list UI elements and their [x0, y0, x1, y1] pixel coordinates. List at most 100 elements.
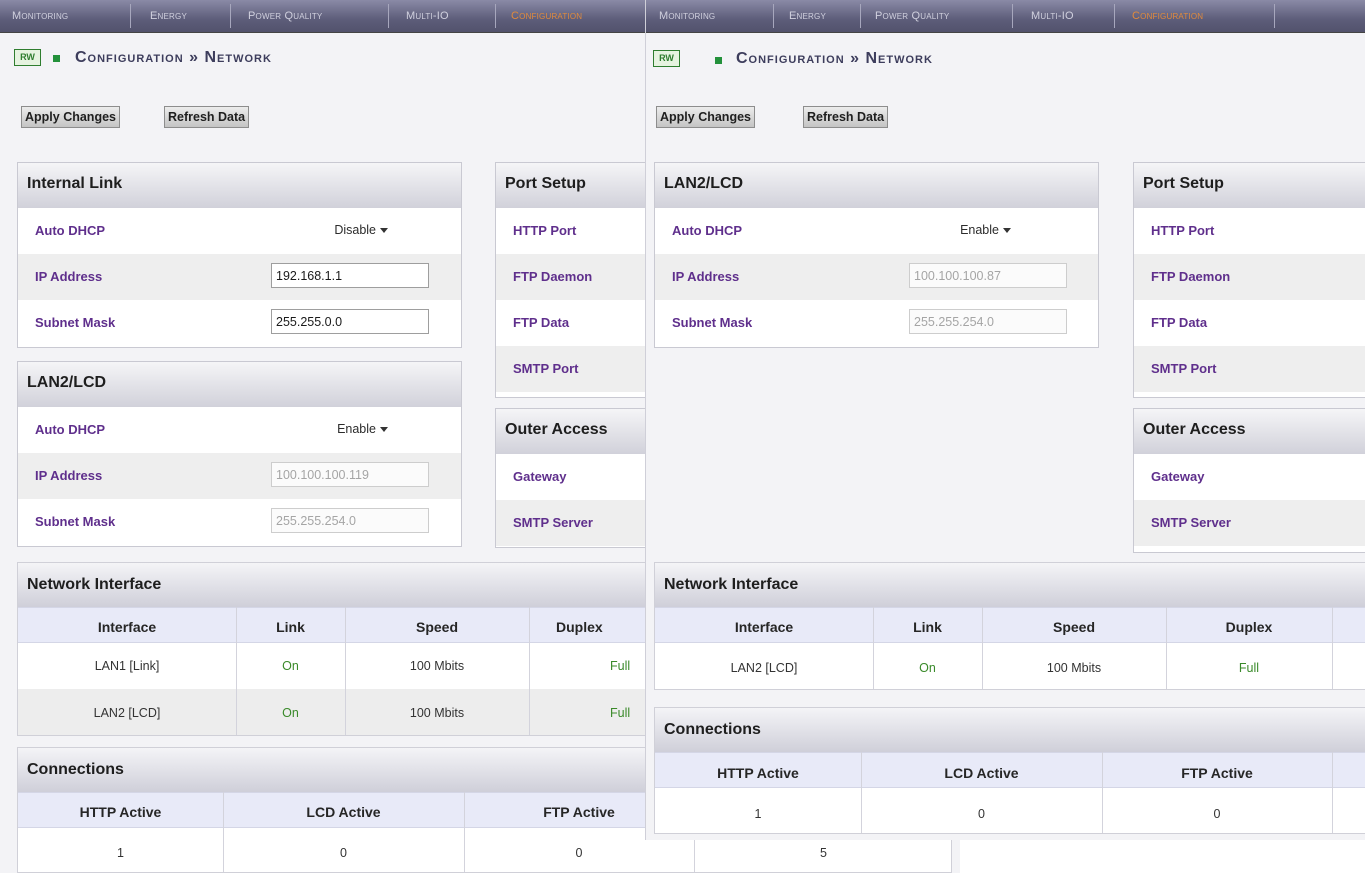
gateway-label: Gateway [1151, 469, 1205, 484]
subnet-mask-input [271, 508, 429, 533]
ip-address-row: IP Address [18, 453, 461, 499]
ip-address-input[interactable] [271, 263, 429, 288]
smtp-port-row: SMTP Port [1134, 346, 1365, 392]
col-speed: Speed [415, 619, 458, 635]
select-value: Enable [960, 223, 999, 237]
col-http-active: HTTP Active [79, 804, 162, 820]
col-lcd-active: LCD Active [944, 765, 1019, 781]
cell-speed: 100 Mbits [1046, 661, 1102, 675]
nav-divider [1274, 4, 1275, 28]
nav-divider [388, 4, 389, 28]
cell-lcd-active: 0 [340, 846, 347, 860]
auto-dhcp-select[interactable]: Disable [317, 219, 404, 242]
http-port-label: HTTP Port [1151, 223, 1215, 238]
rw-badge: RW [14, 49, 41, 66]
col-interface: Interface [734, 619, 794, 635]
subnet-mask-input[interactable] [271, 309, 429, 334]
apply-changes-button[interactable]: Apply Changes [656, 106, 755, 128]
auto-dhcp-row: Auto DHCP Enable [18, 407, 461, 453]
select-value: Enable [337, 422, 376, 436]
nav-divider [1114, 4, 1115, 28]
column-divider [1332, 607, 1333, 689]
column-divider [1332, 752, 1333, 833]
panel-title: Outer Access [1134, 409, 1365, 454]
cell-speed: 100 Mbits [409, 659, 465, 673]
auto-dhcp-label: Auto DHCP [35, 223, 106, 238]
cell-http-active: 1 [117, 846, 124, 860]
apply-changes-button[interactable]: Apply Changes [21, 106, 120, 128]
ftp-data-row: FTP Data [1134, 300, 1365, 346]
cell-interface: LAN2 [LCD] [93, 706, 161, 720]
ip-address-input [909, 263, 1067, 288]
panel-title: Internal Link [18, 163, 461, 208]
subnet-mask-row: Subnet Mask [18, 499, 461, 545]
nav-configuration[interactable]: Configuration [1132, 10, 1203, 22]
smtp-port-label: SMTP Port [513, 361, 579, 376]
cell-link: On [282, 659, 299, 673]
chevron-down-icon [1003, 228, 1011, 233]
panel-title: Outer Access [496, 409, 654, 454]
nav-power-quality[interactable]: Power Quality [875, 10, 949, 22]
rw-badge: RW [653, 50, 680, 67]
port-setup-panel: Port Setup HTTP Port FTP Daemon FTP Data… [1133, 162, 1365, 398]
select-value: Disable [334, 223, 376, 237]
top-nav: Monitoring Energy Power Quality Multi-IO… [646, 0, 1365, 33]
nav-divider [1012, 4, 1013, 28]
ftp-data-row: FTP Data [496, 300, 654, 346]
nav-energy[interactable]: Energy [150, 10, 187, 22]
nav-multi-io[interactable]: Multi-IO [406, 10, 449, 22]
cell-duplex: Full [610, 706, 631, 720]
ftp-daemon-label: FTP Daemon [513, 269, 593, 284]
auto-dhcp-select[interactable]: Enable [940, 219, 1027, 242]
table-title: Network Interface [18, 563, 656, 607]
status-indicator-icon [53, 55, 60, 62]
http-port-row: HTTP Port [1134, 208, 1365, 254]
cell-speed: 100 Mbits [409, 706, 465, 720]
ftp-data-label: FTP Data [513, 315, 570, 330]
page-title: Configuration » Network [75, 49, 272, 66]
nav-monitoring[interactable]: Monitoring [12, 10, 68, 22]
nav-power-quality[interactable]: Power Quality [248, 10, 322, 22]
table-title: Network Interface [655, 563, 1365, 607]
chevron-down-icon [380, 427, 388, 432]
nav-monitoring[interactable]: Monitoring [659, 10, 715, 22]
nav-configuration[interactable]: Configuration [511, 10, 582, 22]
outer-access-panel: Outer Access Gateway SMTP Server [1133, 408, 1365, 553]
network-interface-table: Network Interface Interface Link Speed D… [17, 562, 657, 736]
panel-title: LAN2/LCD [655, 163, 1098, 208]
col-interface: Interface [97, 619, 157, 635]
subnet-mask-label: Subnet Mask [672, 315, 753, 330]
gateway-row: Gateway [496, 454, 654, 500]
col-link: Link [276, 619, 305, 635]
nav-energy[interactable]: Energy [789, 10, 826, 22]
http-port-label: HTTP Port [513, 223, 577, 238]
cell-duplex: Full [1238, 661, 1260, 675]
cell-duplex: Full [610, 659, 631, 673]
refresh-data-button[interactable]: Refresh Data [164, 106, 250, 128]
ftp-daemon-row: FTP Daemon [496, 254, 654, 300]
col-lcd-active: LCD Active [306, 804, 381, 820]
right-screen: Monitoring Energy Power Quality Multi-IO… [646, 0, 1365, 840]
col-duplex: Duplex [1225, 619, 1273, 635]
network-interface-table: Network Interface Interface Link Speed D… [654, 562, 1365, 690]
lan2-lcd-panel: LAN2/LCD Auto DHCP Enable IP Address Sub… [654, 162, 1099, 348]
smtp-server-label: SMTP Server [513, 515, 593, 530]
auto-dhcp-select[interactable]: Enable [317, 418, 404, 441]
nav-multi-io[interactable]: Multi-IO [1031, 10, 1074, 22]
subnet-mask-row: Subnet Mask [18, 300, 461, 346]
ftp-daemon-row: FTP Daemon [1134, 254, 1365, 300]
smtp-server-label: SMTP Server [1151, 515, 1231, 530]
refresh-data-button[interactable]: Refresh Data [803, 106, 889, 128]
col-link: Link [913, 619, 942, 635]
chevron-down-icon [380, 228, 388, 233]
nav-divider [860, 4, 861, 28]
cell-ftp-active: 0 [1213, 807, 1221, 821]
smtp-port-row: SMTP Port [496, 346, 654, 392]
auto-dhcp-row: Auto DHCP Disable [18, 208, 461, 254]
cell-interface: LAN2 [LCD] [730, 661, 798, 675]
subnet-mask-input [909, 309, 1067, 334]
auto-dhcp-label: Auto DHCP [672, 223, 743, 238]
smtp-server-row: SMTP Server [1134, 500, 1365, 546]
nav-divider [495, 4, 496, 28]
subnet-mask-label: Subnet Mask [35, 315, 116, 330]
